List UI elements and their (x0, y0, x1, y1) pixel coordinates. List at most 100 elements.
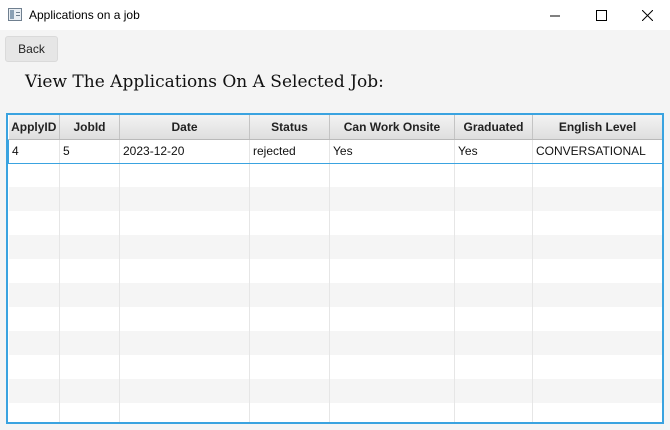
empty-cell (329, 235, 455, 259)
empty-cell (454, 331, 533, 355)
close-button[interactable] (624, 0, 670, 30)
empty-cell (119, 331, 250, 355)
empty-cell (119, 307, 250, 331)
empty-cell (249, 403, 330, 422)
cell-graduated: Yes (454, 138, 533, 164)
empty-cell (59, 187, 120, 211)
empty-cell (329, 379, 455, 403)
empty-cell (329, 331, 455, 355)
maximize-icon (595, 9, 607, 21)
empty-cell (532, 211, 662, 235)
empty-cell (119, 355, 250, 379)
empty-cell (249, 259, 330, 283)
empty-cell (8, 163, 60, 187)
empty-cell (8, 211, 60, 235)
empty-cell (59, 307, 120, 331)
back-button[interactable]: Back (5, 36, 58, 62)
cell-applyid: 4 (8, 138, 60, 164)
empty-table-row (8, 187, 662, 211)
empty-cell (454, 259, 533, 283)
empty-cell (454, 283, 533, 307)
empty-cell (249, 187, 330, 211)
empty-cell (454, 211, 533, 235)
empty-cell (59, 331, 120, 355)
column-header-can-work-onsite[interactable]: Can Work Onsite (329, 115, 455, 140)
empty-cell (329, 187, 455, 211)
empty-cell (8, 379, 60, 403)
empty-cell (532, 379, 662, 403)
empty-cell (119, 235, 250, 259)
cell-status: rejected (249, 138, 330, 164)
empty-cell (59, 355, 120, 379)
column-header-jobid[interactable]: JobId (59, 115, 120, 140)
applications-table[interactable]: ApplyID JobId Date Status Can Work Onsit… (6, 113, 664, 424)
minimize-icon (549, 15, 560, 16)
empty-table-row (8, 331, 662, 355)
minimize-button[interactable] (532, 0, 578, 30)
empty-cell (8, 307, 60, 331)
column-header-date[interactable]: Date (119, 115, 250, 140)
empty-cell (59, 259, 120, 283)
empty-cell (454, 307, 533, 331)
empty-cell (329, 307, 455, 331)
empty-cell (59, 235, 120, 259)
empty-cell (119, 211, 250, 235)
empty-cell (119, 379, 250, 403)
cell-english-level: CONVERSATIONAL (532, 138, 662, 164)
empty-cell (249, 283, 330, 307)
empty-cell (454, 187, 533, 211)
empty-cell (532, 163, 662, 187)
empty-cell (532, 331, 662, 355)
app-window-icon (8, 8, 22, 21)
empty-table-row (8, 235, 662, 259)
window-title: Applications on a job (29, 8, 140, 22)
page-title: View The Applications On A Selected Job: (25, 72, 384, 92)
empty-cell (454, 355, 533, 379)
empty-table-row (8, 379, 662, 403)
empty-cell (8, 355, 60, 379)
empty-cell (59, 379, 120, 403)
empty-cell (532, 187, 662, 211)
empty-cell (119, 403, 250, 422)
empty-cell (119, 283, 250, 307)
empty-cell (532, 283, 662, 307)
empty-cell (8, 259, 60, 283)
maximize-button[interactable] (578, 0, 624, 30)
empty-cell (249, 355, 330, 379)
empty-cell (8, 235, 60, 259)
empty-cell (454, 235, 533, 259)
empty-cell (59, 211, 120, 235)
column-header-applyid[interactable]: ApplyID (8, 115, 60, 140)
empty-cell (532, 235, 662, 259)
empty-cell (59, 283, 120, 307)
empty-table-row (8, 307, 662, 331)
empty-cell (59, 403, 120, 422)
cell-date: 2023-12-20 (119, 138, 250, 164)
empty-cell (249, 163, 330, 187)
empty-cell (249, 307, 330, 331)
column-header-english-level[interactable]: English Level (532, 115, 662, 140)
empty-cell (119, 163, 250, 187)
empty-cell (329, 163, 455, 187)
empty-cell (8, 187, 60, 211)
empty-cell (454, 379, 533, 403)
empty-cell (532, 403, 662, 422)
empty-cell (249, 379, 330, 403)
empty-cell (59, 163, 120, 187)
empty-cell (249, 211, 330, 235)
empty-cell (119, 187, 250, 211)
empty-cell (249, 235, 330, 259)
empty-cell (329, 259, 455, 283)
title-bar: Applications on a job (0, 0, 670, 30)
cell-can-work-onsite: Yes (329, 138, 455, 164)
empty-cell (8, 331, 60, 355)
table-row[interactable]: 4 5 2023-12-20 rejected Yes Yes CONVERSA… (8, 138, 662, 164)
empty-cell (532, 307, 662, 331)
empty-cell (8, 403, 60, 422)
cell-jobid: 5 (59, 138, 120, 164)
empty-cell (454, 403, 533, 422)
column-header-status[interactable]: Status (249, 115, 330, 140)
column-header-graduated[interactable]: Graduated (454, 115, 533, 140)
empty-cell (119, 259, 250, 283)
empty-cell (249, 331, 330, 355)
